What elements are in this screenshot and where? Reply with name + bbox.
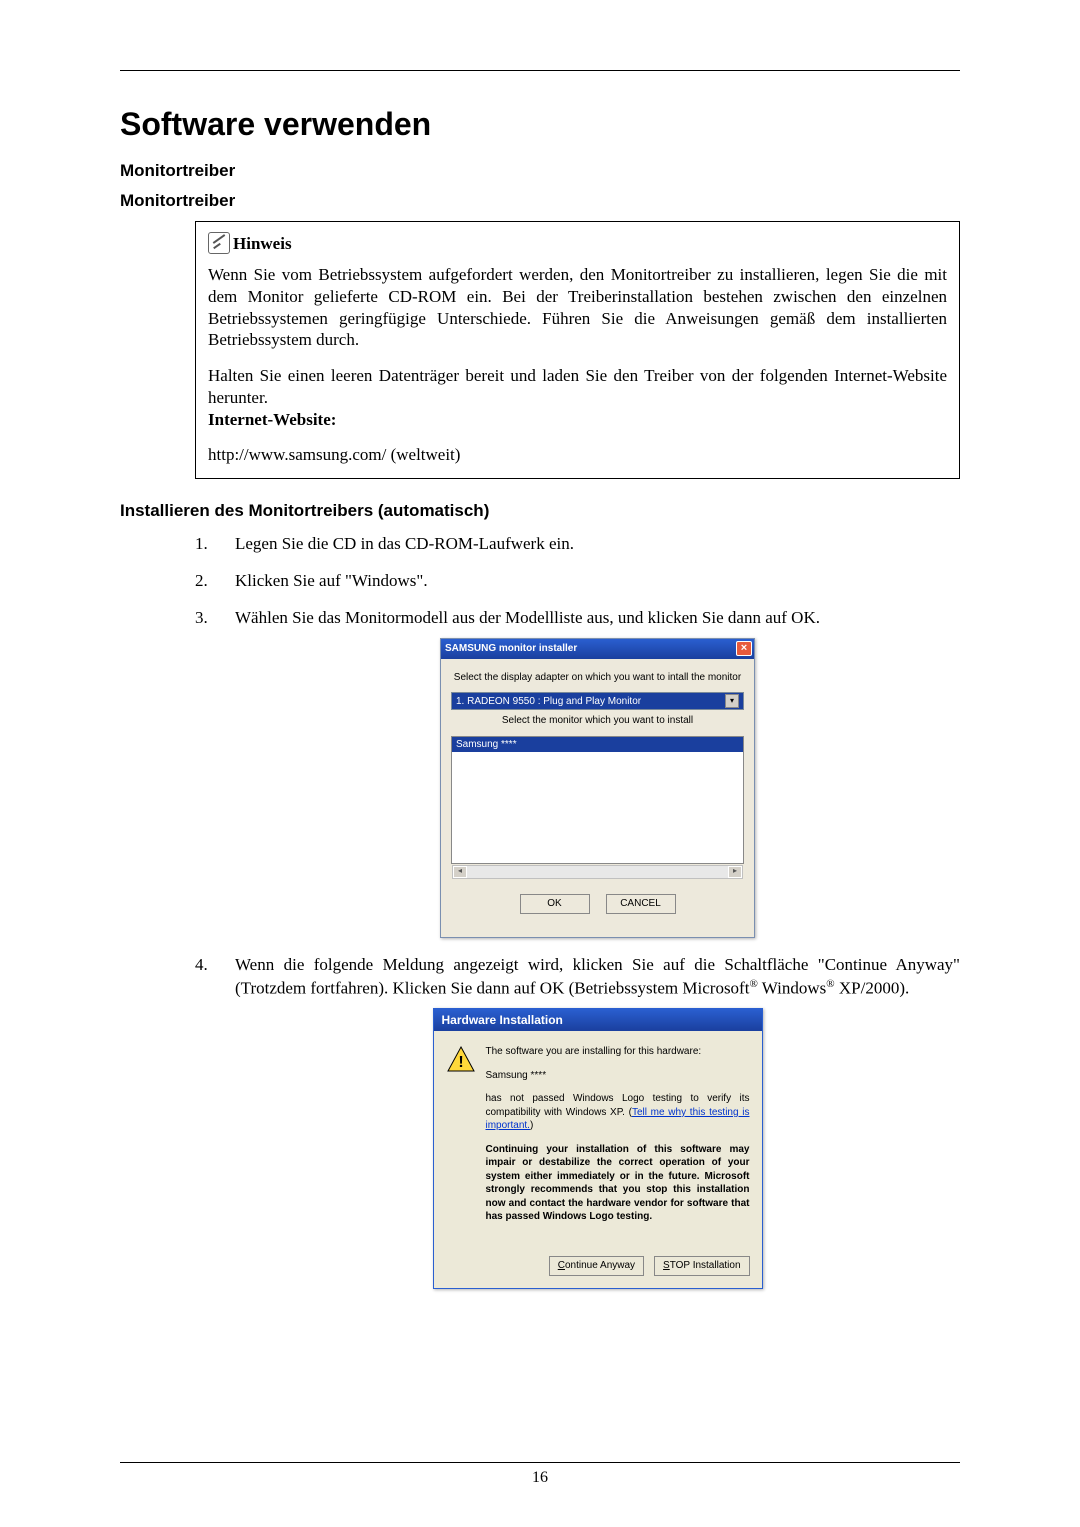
hwdlg-text: The software you are installing for this… (486, 1045, 750, 1234)
hwdlg-p1: The software you are installing for this… (486, 1045, 750, 1059)
warning-icon: ! (446, 1045, 476, 1073)
scroll-right-icon[interactable]: ▸ (728, 866, 742, 878)
hwdlg-titlebar: Hardware Installation (434, 1009, 762, 1031)
header-rule (120, 70, 960, 71)
heading-monitortreiber-2: Monitortreiber (120, 191, 960, 211)
horizontal-scrollbar[interactable]: ◂ ▸ (452, 865, 743, 879)
step-4: Wenn die folgende Meldung angezeigt wird… (195, 954, 960, 1289)
samsung-monitor-installer-dialog: SAMSUNG monitor installer × Select the d… (440, 638, 755, 938)
step-3-text: Wählen Sie das Monitormodell aus der Mod… (235, 608, 820, 627)
hwdlg-p4: Continuing your installation of this sof… (486, 1143, 750, 1224)
monitor-list-item[interactable]: Samsung **** (452, 737, 743, 753)
cancel-button[interactable]: CANCEL (606, 894, 676, 914)
hwdlg-p3b: ) (530, 1120, 533, 1131)
step-3: Wählen Sie das Monitormodell aus der Mod… (195, 607, 960, 938)
installer-body: Select the display adapter on which you … (441, 659, 754, 922)
note-paragraph-2: Halten Sie einen leeren Datenträger bere… (208, 365, 947, 430)
note-header: Hinweis (208, 232, 947, 254)
note-p2-text: Halten Sie einen leeren Datenträger bere… (208, 366, 947, 407)
reg-mark-1: ® (749, 978, 757, 990)
installer-label-adapter: Select the display adapter on which you … (451, 671, 744, 685)
close-icon[interactable]: × (736, 641, 752, 656)
heading-monitortreiber-1: Monitortreiber (120, 161, 960, 181)
step-4-text-b: Windows (758, 978, 826, 997)
installer-buttons: OK CANCEL (451, 894, 744, 914)
adapter-dropdown[interactable]: 1. RADEON 9550 : Plug and Play Monitor ▾ (451, 692, 744, 710)
stop-rest: TOP Installation (670, 1259, 741, 1273)
stop-s: S (663, 1259, 670, 1273)
svg-text:!: ! (458, 1054, 463, 1071)
installer-titlebar: SAMSUNG monitor installer × (441, 639, 754, 659)
note-title: Hinweis (233, 234, 292, 254)
step-4-text-c: XP/2000). (835, 978, 910, 997)
installer-label-monitor: Select the monitor which you want to ins… (451, 714, 744, 728)
steps-list: Legen Sie die CD in das CD-ROM-Laufwerk … (195, 533, 960, 1289)
monitor-list[interactable]: Samsung **** ◂ ▸ (451, 736, 744, 864)
scroll-left-icon[interactable]: ◂ (453, 866, 467, 878)
ok-button[interactable]: OK (520, 894, 590, 914)
hwdlg-buttons: Continue Anyway STOP Installation (434, 1248, 762, 1288)
note-icon (208, 232, 230, 254)
note-paragraph-1: Wenn Sie vom Betriebssystem aufgefordert… (208, 264, 947, 351)
heading-install-auto: Installieren des Monitortreibers (automa… (120, 501, 960, 521)
page-number: 16 (532, 1469, 548, 1486)
reg-mark-2: ® (826, 978, 834, 990)
adapter-selected: 1. RADEON 9550 : Plug and Play Monitor (456, 695, 641, 709)
continue-rest: ontinue Anyway (565, 1259, 635, 1273)
installer-title-text: SAMSUNG monitor installer (445, 642, 577, 656)
step-1: Legen Sie die CD in das CD-ROM-Laufwerk … (195, 533, 960, 556)
note-url: http://www.samsung.com/ (weltweit) (208, 444, 947, 466)
hardware-installation-dialog: Hardware Installation ! The software you… (433, 1008, 763, 1289)
chevron-down-icon[interactable]: ▾ (725, 694, 739, 708)
note-website-label: Internet-Website: (208, 410, 336, 429)
page-footer: 16 (120, 1462, 960, 1487)
page-title: Software verwenden (120, 106, 960, 143)
continue-c: C (558, 1259, 565, 1273)
step-2: Klicken Sie auf "Windows". (195, 570, 960, 593)
note-box: Hinweis Wenn Sie vom Betriebssystem aufg… (195, 221, 960, 479)
hwdlg-p2: Samsung **** (486, 1069, 750, 1083)
continue-anyway-button[interactable]: Continue Anyway (549, 1256, 644, 1276)
stop-installation-button[interactable]: STOP Installation (654, 1256, 749, 1276)
hwdlg-p3: has not passed Windows Logo testing to v… (486, 1092, 750, 1133)
hwdlg-body: ! The software you are installing for th… (434, 1031, 762, 1248)
